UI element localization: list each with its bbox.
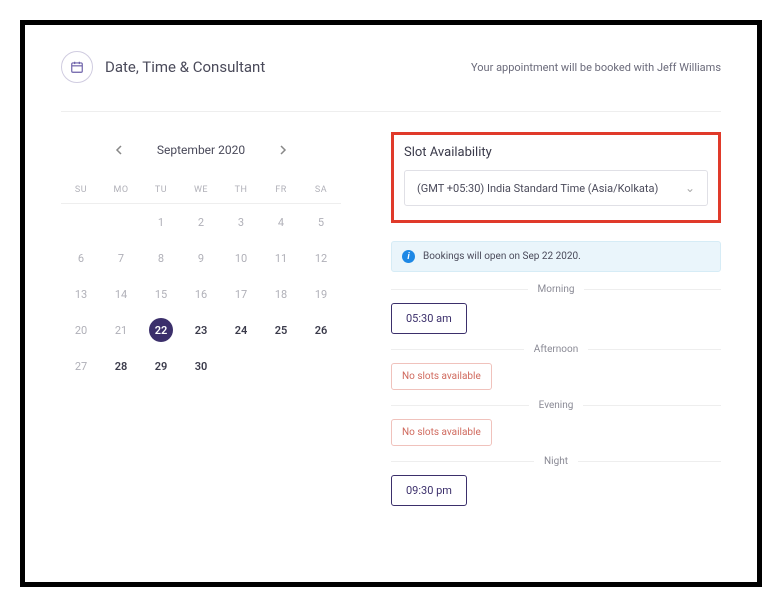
- weekday-label: FR: [261, 176, 301, 204]
- calendar-day: 17: [221, 276, 261, 312]
- calendar-empty: [101, 204, 141, 240]
- calendar-day[interactable]: 30: [181, 348, 221, 384]
- calendar-empty: [301, 348, 341, 384]
- period-label: Evening: [529, 400, 584, 411]
- calendar-day: 13: [61, 276, 101, 312]
- calendar-day: 21: [101, 312, 141, 348]
- page-header: Date, Time & Consultant Your appointment…: [61, 51, 721, 112]
- weekday-label: TU: [141, 176, 181, 204]
- calendar-day[interactable]: 23: [181, 312, 221, 348]
- slot-panel: Slot Availability (GMT +05:30) India Sta…: [391, 132, 721, 516]
- calendar-day: 10: [221, 240, 261, 276]
- calendar-empty: [261, 348, 301, 384]
- slot-period: Evening No slots available: [391, 400, 721, 446]
- weekday-label: TH: [221, 176, 261, 204]
- info-text: Bookings will open on Sep 22 2020.: [423, 251, 581, 262]
- timezone-value: (GMT +05:30) India Standard Time (Asia/K…: [417, 182, 658, 195]
- calendar-day[interactable]: 26: [301, 312, 341, 348]
- slot-period: Afternoon No slots available: [391, 344, 721, 390]
- timezone-select[interactable]: (GMT +05:30) India Standard Time (Asia/K…: [404, 170, 708, 206]
- calendar-day[interactable]: 28: [101, 348, 141, 384]
- prev-month-button[interactable]: [109, 140, 129, 160]
- calendar-day: 6: [61, 240, 101, 276]
- info-banner: i Bookings will open on Sep 22 2020.: [391, 241, 721, 272]
- no-slots-badge: No slots available: [391, 419, 492, 446]
- weekday-label: MO: [101, 176, 141, 204]
- slot-period: Morning 05:30 am: [391, 284, 721, 334]
- time-slot[interactable]: 05:30 am: [391, 303, 467, 334]
- calendar-day[interactable]: 29: [141, 348, 181, 384]
- calendar-day: 18: [261, 276, 301, 312]
- calendar-day: 11: [261, 240, 301, 276]
- time-slot[interactable]: 09:30 pm: [391, 475, 467, 506]
- calendar-day: 14: [101, 276, 141, 312]
- calendar-day: 15: [141, 276, 181, 312]
- period-label: Afternoon: [524, 344, 588, 355]
- calendar-day: 2: [181, 204, 221, 240]
- calendar-day: 20: [61, 312, 101, 348]
- page-title: Date, Time & Consultant: [105, 58, 265, 76]
- next-month-button[interactable]: [273, 140, 293, 160]
- calendar-day: 9: [181, 240, 221, 276]
- calendar-empty: [61, 204, 101, 240]
- calendar-empty: [221, 348, 261, 384]
- calendar-day: 3: [221, 204, 261, 240]
- calendar-day: 5: [301, 204, 341, 240]
- calendar-day: 8: [141, 240, 181, 276]
- info-icon: i: [402, 250, 415, 263]
- month-label: September 2020: [157, 143, 245, 157]
- slot-period: Night 09:30 pm: [391, 456, 721, 506]
- period-label: Morning: [528, 284, 585, 295]
- weekday-label: SU: [61, 176, 101, 204]
- calendar-day: 12: [301, 240, 341, 276]
- calendar-day[interactable]: 25: [261, 312, 301, 348]
- weekday-label: SA: [301, 176, 341, 204]
- consultant-note: Your appointment will be booked with Jef…: [471, 61, 721, 74]
- period-label: Night: [534, 456, 578, 467]
- weekday-label: WE: [181, 176, 221, 204]
- timezone-highlight: Slot Availability (GMT +05:30) India Sta…: [391, 132, 721, 223]
- no-slots-badge: No slots available: [391, 363, 492, 390]
- chevron-down-icon: ⌄: [685, 181, 695, 195]
- calendar: September 2020 SUMOTUWETHFRSA12345678910…: [61, 132, 341, 516]
- calendar-day: 4: [261, 204, 301, 240]
- calendar-day: 1: [141, 204, 181, 240]
- calendar-day[interactable]: 24: [221, 312, 261, 348]
- calendar-day: 27: [61, 348, 101, 384]
- calendar-day: 19: [301, 276, 341, 312]
- slot-section-title: Slot Availability: [404, 145, 708, 160]
- calendar-day: 7: [101, 240, 141, 276]
- calendar-day[interactable]: 22: [141, 312, 181, 348]
- calendar-icon: [61, 51, 93, 83]
- calendar-day: 16: [181, 276, 221, 312]
